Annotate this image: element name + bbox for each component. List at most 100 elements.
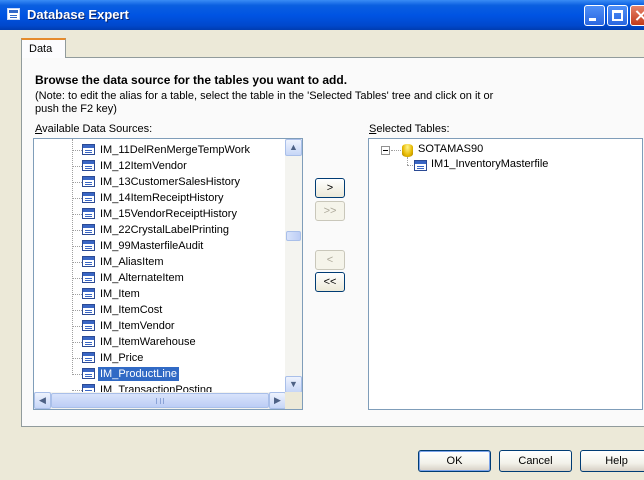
table-icon	[82, 240, 95, 251]
table-icon	[82, 304, 95, 315]
available-data-sources-tree[interactable]: IM_11DelRenMergeTempWork IM_12ItemVendor I…	[33, 138, 303, 410]
tree-connector	[72, 182, 82, 183]
list-item-label: IM_ItemVendor	[100, 320, 175, 332]
tree-connector	[72, 294, 82, 295]
tree-connector	[72, 390, 82, 391]
list-item[interactable]: IM_22CrystalLabelPrinting	[34, 222, 286, 238]
database-expert-icon	[7, 8, 20, 20]
tree-connector-v	[407, 157, 408, 165]
list-item-label: IM_AlternateItem	[100, 272, 184, 284]
selected-label-text: elected Tables:	[376, 123, 450, 135]
add-all-tables-button[interactable]: >>	[315, 201, 345, 221]
table-icon	[82, 192, 95, 203]
list-item-label: IM_14ItemReceiptHistory	[100, 192, 224, 204]
list-item-label: IM_15VendorReceiptHistory	[100, 208, 237, 220]
horizontal-scroll-thumb[interactable]	[51, 393, 269, 408]
list-item-label: IM_99MasterfileAudit	[100, 240, 204, 252]
list-item[interactable]: IM_ItemCost	[34, 302, 286, 318]
title-bar: Database Expert	[0, 0, 644, 30]
list-item-label: IM_ProductLine	[98, 367, 180, 381]
tree-connector	[72, 374, 82, 375]
tree-connector	[72, 166, 82, 167]
scroll-left-button[interactable]: ◀	[34, 392, 51, 409]
list-item[interactable]: IM_ItemWarehouse	[34, 334, 286, 350]
tree-connector	[72, 358, 82, 359]
window-title: Database Expert	[27, 7, 129, 22]
tree-connector	[72, 230, 82, 231]
note-line-1: (Note: to edit the alias for a table, se…	[35, 90, 494, 102]
close-button[interactable]	[630, 5, 644, 26]
selected-tables-label: Selected Tables:	[369, 123, 450, 135]
table-icon	[82, 160, 95, 171]
list-item-label: IM_AliasItem	[100, 256, 164, 268]
instructions-note: (Note: to edit the alias for a table, se…	[35, 90, 495, 116]
datasource-node-label[interactable]: SOTAMAS90	[418, 143, 483, 155]
table-icon	[82, 320, 95, 331]
horizontal-scrollbar[interactable]: ◀ ▶	[34, 392, 286, 409]
list-item[interactable]: IM_11DelRenMergeTempWork	[34, 142, 286, 158]
list-item[interactable]: IM_Price	[34, 350, 286, 366]
list-item-label: IM_Price	[100, 352, 144, 364]
ok-button[interactable]: OK	[418, 450, 491, 472]
table-icon	[414, 160, 427, 171]
list-item[interactable]: IM_12ItemVendor	[34, 158, 286, 174]
cancel-button[interactable]: Cancel	[499, 450, 572, 472]
table-icon	[82, 256, 95, 267]
list-item-label: IM_22CrystalLabelPrinting	[100, 224, 230, 236]
remove-table-button[interactable]: <	[315, 250, 345, 270]
table-icon	[82, 368, 95, 379]
tab-data[interactable]: Data	[21, 38, 66, 58]
scrollbar-corner	[285, 392, 302, 409]
list-item-label: IM_12ItemVendor	[100, 160, 187, 172]
list-item[interactable]: IM_AlternateItem	[34, 270, 286, 286]
scroll-right-button[interactable]: ▶	[269, 392, 286, 409]
available-sources-label: Available Data Sources:	[35, 123, 152, 135]
selected-table-label[interactable]: IM1_InventoryMasterfile	[431, 158, 548, 170]
remove-all-tables-button[interactable]: <<	[315, 272, 345, 292]
table-icon	[82, 336, 95, 347]
scroll-thumb[interactable]	[286, 231, 301, 241]
list-item[interactable]: IM_AliasItem	[34, 254, 286, 270]
list-item-label: IM_ItemWarehouse	[100, 336, 196, 348]
tree-connector	[72, 198, 82, 199]
list-item[interactable]: IM_99MasterfileAudit	[34, 238, 286, 254]
grip-icon	[156, 398, 164, 404]
list-item-label: IM_13CustomerSalesHistory	[100, 176, 240, 188]
tree-connector	[72, 342, 82, 343]
table-icon	[82, 288, 95, 299]
available-label-text: vailable Data Sources:	[42, 123, 153, 135]
table-icon	[82, 176, 95, 187]
list-item-label: IM_ItemCost	[100, 304, 163, 316]
maximize-button[interactable]	[607, 5, 628, 26]
tree-collapse-icon[interactable]	[381, 146, 390, 155]
tree-connector	[72, 278, 82, 279]
table-icon	[82, 224, 95, 235]
list-item-label: IM_Item	[100, 288, 140, 300]
minimize-button[interactable]	[584, 5, 605, 26]
table-icon	[82, 144, 95, 155]
tree-connector	[72, 310, 82, 311]
scroll-down-button[interactable]: ▼	[285, 376, 302, 393]
database-icon	[402, 144, 413, 157]
table-icon	[82, 352, 95, 363]
selected-tables-tree[interactable]	[368, 138, 643, 410]
tree-connector	[72, 246, 82, 247]
instructions-heading: Browse the data source for the tables yo…	[35, 73, 348, 87]
tree-connector	[72, 214, 82, 215]
list-item-label: IM_11DelRenMergeTempWork	[100, 144, 250, 156]
list-item[interactable]: IM_ItemVendor	[34, 318, 286, 334]
tree-connector	[72, 326, 82, 327]
list-item[interactable]: IM_13CustomerSalesHistory	[34, 174, 286, 190]
list-item[interactable]: IM_14ItemReceiptHistory	[34, 190, 286, 206]
tab-data-label: Data	[29, 43, 53, 55]
list-item[interactable]: IM_ProductLine	[34, 366, 286, 382]
list-item[interactable]: IM_15VendorReceiptHistory	[34, 206, 286, 222]
list-item[interactable]: IM_Item	[34, 286, 286, 302]
tree-connector	[72, 150, 82, 151]
table-icon	[82, 272, 95, 283]
table-icon	[82, 208, 95, 219]
help-button[interactable]: Help	[580, 450, 644, 472]
scroll-up-button[interactable]: ▲	[285, 139, 302, 156]
add-table-button[interactable]: >	[315, 178, 345, 198]
vertical-scrollbar[interactable]: ▲ ▼	[285, 139, 302, 393]
